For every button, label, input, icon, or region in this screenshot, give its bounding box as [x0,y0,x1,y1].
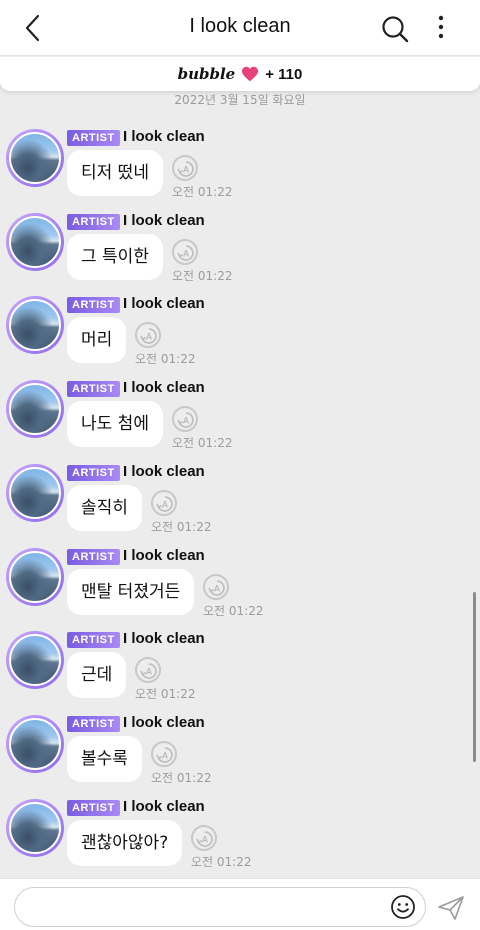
artist-badge: ARTIST [67,632,120,649]
translate-icon[interactable]: A [135,322,161,349]
message-row: ARTIST I look clean 나도 첨에 A 오전 01:22 [0,379,470,459]
artist-avatar[interactable] [6,631,64,690]
message-row: ARTIST I look clean 티저 떴네 A 오전 01:22 [0,128,470,208]
sender-name: I look clean [123,713,205,731]
message-bubble[interactable]: 나도 첨에 [67,401,163,448]
sender-name: I look clean [123,462,205,480]
artist-badge: ARTIST [67,715,120,732]
heart-icon [242,66,259,82]
message-row: ARTIST I look clean 볼수록 A 오전 01:22 [0,714,470,794]
artist-badge: ARTIST [67,464,120,481]
artist-badge: ARTIST [67,297,120,314]
artist-badge: ARTIST [67,213,120,230]
artist-avatar[interactable] [6,380,64,439]
message-time: 오전 01:22 [135,352,196,367]
message-input[interactable] [14,887,426,927]
message-time: 오전 01:22 [172,268,233,283]
translate-icon[interactable]: A [191,824,217,851]
message-row: ARTIST I look clean 그 특이한 A 오전 01:22 [0,212,470,292]
svg-text:A: A [146,667,153,677]
bubble-subscription-bar[interactable]: bubble + 110 [0,57,480,91]
artist-avatar[interactable] [6,296,64,355]
svg-text:A: A [214,583,221,593]
artist-badge: ARTIST [67,381,120,398]
sender-name: I look clean [123,211,205,229]
message-bubble[interactable]: 그 특이한 [67,233,163,280]
svg-text:A: A [183,416,190,426]
artist-avatar[interactable] [6,547,64,606]
svg-text:A: A [202,834,209,844]
message-input-bar [0,878,480,930]
artist-badge: ARTIST [67,799,120,816]
sender-name: I look clean [123,295,205,313]
artist-badge: ARTIST [67,548,120,565]
translate-icon[interactable]: A [203,573,229,600]
message-bubble[interactable]: 괜찮아않아? [67,819,183,866]
search-icon[interactable] [380,14,410,44]
message-time: 오전 01:22 [203,603,264,618]
svg-text:A: A [146,332,153,342]
artist-badge: ARTIST [67,130,120,146]
sender-name: I look clean [123,379,205,397]
message-bubble[interactable]: 근데 [67,652,127,699]
send-icon[interactable] [436,894,466,922]
artist-avatar[interactable] [6,129,64,187]
scrollbar[interactable] [473,592,476,762]
message-bubble[interactable]: 솔직히 [67,484,142,531]
sender-name: I look clean [123,546,205,564]
message-row: ARTIST I look clean 머리 A 오전 01:22 [0,295,470,375]
message-time: 오전 01:22 [191,854,252,869]
sender-name: I look clean [123,128,205,145]
message-time: 오전 01:22 [172,185,233,199]
artist-avatar[interactable] [6,212,64,271]
message-bubble[interactable]: 볼수록 [67,735,142,782]
artist-avatar[interactable] [6,714,64,773]
message-row: ARTIST I look clean 솔직히 A 오전 01:22 [0,463,470,543]
svg-text:A: A [183,248,190,258]
translate-icon[interactable]: A [151,489,177,516]
message-row: ARTIST I look clean 괜찮아않아? A 오전 01:22 [0,798,470,878]
artist-avatar[interactable] [6,463,64,522]
sender-name: I look clean [123,797,205,815]
message-row: ARTIST I look clean 맨탈 터졌거든 A 오전 01:22 [0,547,470,627]
translate-icon[interactable]: A [172,155,198,181]
svg-text:A: A [162,499,169,509]
bubble-logo: bubble [177,65,236,83]
message-time: 오전 01:22 [151,770,212,785]
svg-text:A: A [162,750,169,760]
translate-icon[interactable]: A [172,406,198,433]
message-time: 오전 01:22 [151,519,212,534]
message-bubble[interactable]: 머리 [67,317,127,364]
message-bubble[interactable]: 맨탈 터졌거든 [67,568,195,615]
date-divider: 2022년 3월 15일 화요일 [174,93,306,107]
more-vertical-icon[interactable] [430,12,452,44]
message-bubble[interactable]: 티저 떴네 [67,150,163,196]
translate-icon[interactable]: A [135,657,161,684]
bubble-count: + 110 [265,65,303,83]
emoji-icon[interactable] [390,894,416,920]
sender-name: I look clean [123,630,205,648]
chat-header: I look clean [0,0,480,56]
message-row: ARTIST I look clean 근데 A 오전 01:22 [0,630,470,710]
translate-icon[interactable]: A [172,238,198,265]
svg-text:A: A [183,165,190,175]
artist-avatar[interactable] [6,798,64,857]
message-time: 오전 01:22 [135,687,196,702]
translate-icon[interactable]: A [151,740,177,767]
message-time: 오전 01:22 [172,436,233,451]
